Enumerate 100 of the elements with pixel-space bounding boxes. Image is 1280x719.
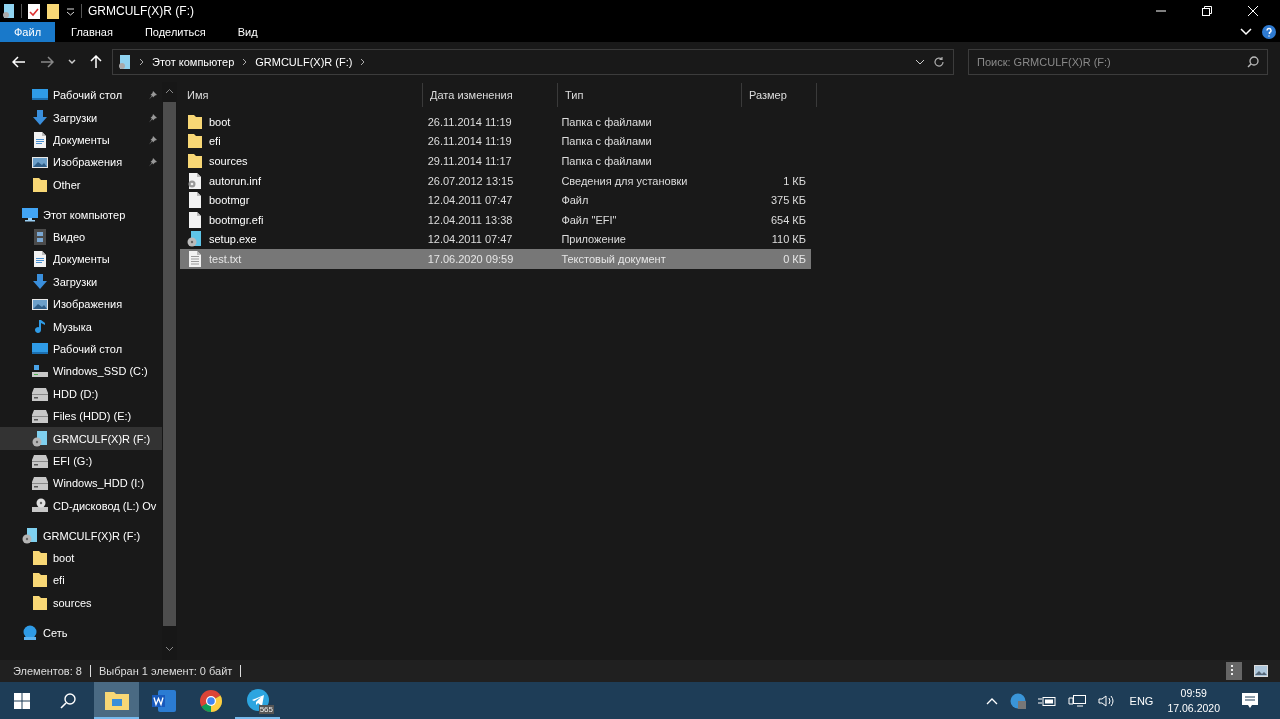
address-bar[interactable]: Этот компьютер GRMCULF(X)R (F:) [112,49,954,75]
music-note-icon [32,318,48,335]
close-icon[interactable] [1248,6,1258,16]
file-row[interactable]: boot 26.11.2014 11:19 Папка с файлами [180,112,811,132]
chevron-right-icon[interactable] [242,58,248,66]
pin-icon[interactable] [148,112,158,123]
sidebar-item[interactable]: Windows_SSD (C:) [0,360,162,383]
browser-icon [199,689,222,712]
folder-icon [187,153,203,169]
file-icon [187,192,203,209]
sidebar-item[interactable]: Сеть [0,621,162,644]
ribbon-tab[interactable]: Файл [0,22,56,42]
chevron-down-icon[interactable] [915,59,925,65]
chevron-down-icon[interactable] [68,59,76,65]
taskbar-app[interactable]: 565 [235,682,280,719]
ribbon-tab[interactable]: Вид [221,22,274,42]
folder-icon [104,689,129,710]
file-name: test.txt [209,252,242,265]
file-row[interactable]: setup.exe 12.04.2011 07:47 Приложение 110 КБ [180,229,811,250]
file-type: Папка с файлами [561,155,652,167]
sidebar-item[interactable]: HDD (D:) [0,382,162,405]
ribbon-tab[interactable]: Поделиться [128,22,222,42]
sidebar-item[interactable]: GRMCULF(X)R (F:) [0,524,162,547]
clock[interactable]: 09:59 17.06.2020 [1167,685,1220,716]
back-icon[interactable] [12,56,26,68]
file-row[interactable]: sources 29.11.2014 11:17 Папка с файлами [180,151,811,171]
sidebar-item[interactable]: CD-дисковод (L:) Ov [0,494,162,517]
ribbon-tab[interactable]: Главная [55,22,129,42]
dropdown-icon[interactable] [66,6,75,16]
globe-icon[interactable] [1009,692,1026,709]
refresh-icon[interactable] [933,56,945,68]
file-date: 26.11.2014 11:19 [427,115,512,128]
chevron-right-icon[interactable] [139,58,144,66]
sidebar-item[interactable]: Other [0,173,162,196]
battery-icon[interactable] [1037,694,1056,707]
sidebar-item[interactable]: Этот компьютер [0,203,162,226]
folder-icon [187,113,203,130]
document-icon [32,131,48,148]
column-header[interactable]: Тип [558,83,742,107]
scrollbar-thumb[interactable] [163,102,176,626]
sidebar-item[interactable]: Рабочий стол [0,84,162,107]
sidebar-item[interactable]: Windows_HDD (I:) [0,472,162,495]
thumbnail-view-icon[interactable] [1254,665,1268,677]
pin-icon[interactable] [148,134,158,145]
drive-icon[interactable] [1,3,15,19]
sidebar-item[interactable]: GRMCULF(X)R (F:) [0,427,162,450]
file-row[interactable]: bootmgr.efi 12.04.2011 13:38 Файл "EFI" 654 КБ [180,209,811,230]
file-row[interactable]: efi 26.11.2014 11:19 Папка с файлами [180,131,811,152]
column-header[interactable]: Имя [180,83,423,107]
sidebar-item[interactable]: Изображения [0,151,162,174]
search-icon[interactable] [1247,56,1259,68]
settings-file-icon [187,172,203,189]
file-name: autorun.inf [209,174,261,187]
file-name: bootmgr [209,194,250,207]
sidebar-item[interactable]: efi [0,569,162,592]
chevron-right-icon[interactable] [360,58,366,66]
column-header[interactable]: Размер [742,83,817,107]
language-indicator[interactable]: ENG [1129,694,1154,707]
sidebar-item[interactable]: Видео [0,225,162,249]
file-date: 26.07.2012 13:15 [427,174,514,187]
sidebar-item[interactable]: sources [0,591,162,614]
file-row[interactable]: bootmgr 12.04.2011 07:47 Файл 375 КБ [180,190,811,210]
folder-icon [187,133,203,150]
details-view-icon[interactable] [1226,662,1242,680]
file-name: sources [209,155,248,167]
speaker-icon[interactable] [1097,693,1116,708]
file-date: 26.11.2014 11:19 [427,135,512,148]
sidebar-item[interactable]: EFI (G:) [0,449,162,473]
sidebar-item[interactable]: Документы [0,248,162,271]
folder-icon [32,176,48,193]
windows-start-icon[interactable] [14,692,30,709]
notification-icon[interactable] [1242,692,1258,709]
sidebar-item[interactable]: Документы [0,128,162,152]
network-icon[interactable] [1067,693,1086,708]
help-icon[interactable] [1262,25,1276,39]
search-icon[interactable] [60,692,76,709]
chevron-up-icon[interactable] [165,88,174,94]
sidebar-item[interactable]: Files (HDD) (E:) [0,404,162,428]
sidebar-item[interactable]: Загрузки [0,106,162,129]
taskbar-app[interactable] [94,682,139,719]
forward-icon[interactable] [40,56,54,68]
maximize-icon[interactable] [1202,6,1212,16]
sidebar-item[interactable]: Загрузки [0,270,162,293]
file-row[interactable]: autorun.inf 26.07.2012 13:15 Сведения для установки 1 КБ [180,170,811,191]
sidebar-item[interactable]: Музыка [0,315,162,338]
folder-icon[interactable] [46,3,60,19]
sidebar-item[interactable]: boot [0,546,162,570]
drive-icon [22,527,38,544]
picture-icon [32,154,48,171]
breadcrumb[interactable]: Этот компьютер [152,56,235,68]
column-header[interactable]: Дата изменения [423,83,558,107]
sidebar-item[interactable]: Рабочий стол [0,337,162,361]
drive-icon [32,385,48,402]
breadcrumb[interactable]: GRMCULF(X)R (F:) [255,56,353,68]
sidebar-item[interactable]: Изображения [0,293,162,316]
drive-icon [32,430,48,447]
search-field[interactable]: Поиск: GRMCULF(X)R (F:) [968,49,1268,75]
file-row[interactable]: test.txt 17.06.2020 09:59 Текстовый документ 0 КБ [180,249,811,269]
properties-icon[interactable] [28,3,40,19]
up-icon[interactable] [90,55,102,69]
